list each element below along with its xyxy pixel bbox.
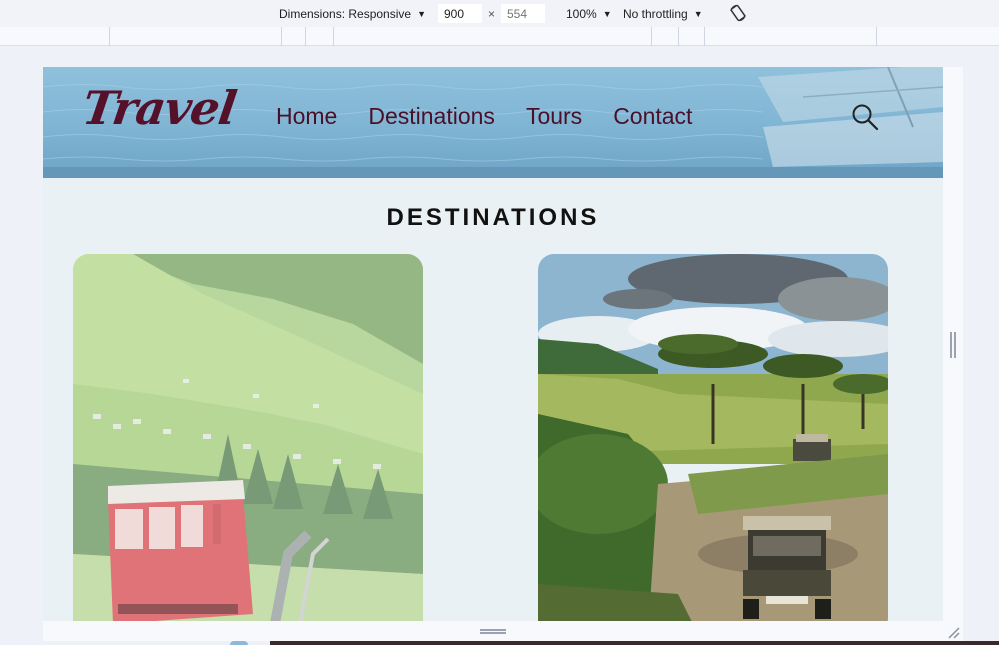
media-query-ruler [0, 27, 999, 46]
resize-handle-bottom[interactable] [480, 629, 506, 634]
destination-card-alps[interactable] [73, 254, 423, 621]
page-footer-accent [230, 641, 248, 645]
safari-jeep [743, 516, 831, 619]
safari-image [538, 254, 888, 621]
width-input[interactable] [438, 4, 482, 23]
throttling-dropdown[interactable]: No throttling ▼ [623, 7, 703, 21]
nav-home-link[interactable]: Home [276, 103, 337, 130]
chevron-down-icon: ▼ [417, 9, 426, 19]
destination-card-safari[interactable] [538, 254, 888, 621]
nav-tours-link[interactable]: Tours [526, 103, 582, 130]
throttling-label: No throttling [623, 7, 688, 21]
nav-destinations-link[interactable]: Destinations [368, 103, 495, 130]
zoom-label: 100% [566, 7, 597, 21]
resize-corner-icon[interactable] [946, 625, 960, 639]
height-input[interactable] [501, 4, 545, 23]
nav-contact-link[interactable]: Contact [613, 103, 692, 130]
page-footer-strip [270, 641, 999, 645]
chevron-down-icon: ▼ [693, 9, 703, 19]
rotate-icon[interactable] [728, 3, 748, 23]
main-nav: Home Destinations Tours Contact [276, 103, 692, 130]
dimensions-dropdown[interactable]: Dimensions: Responsive ▼ [279, 7, 426, 21]
alpine-train-image [73, 254, 423, 621]
search-icon[interactable] [851, 103, 879, 131]
resize-handle-right[interactable] [950, 332, 956, 358]
chevron-down-icon: ▼ [602, 9, 612, 19]
dimensions-label: Dimensions: Responsive [279, 7, 412, 21]
site-header: Travel Home Destinations Tours Contact [43, 67, 943, 178]
devtools-toolbar: Dimensions: Responsive ▼ × 100% ▼ No thr… [0, 0, 999, 27]
section-title: DESTINATIONS [386, 204, 600, 231]
site-logo[interactable]: Travel [79, 81, 239, 135]
device-viewport: Travel Home Destinations Tours Contact D… [43, 67, 943, 621]
times-sign: × [488, 7, 496, 21]
zoom-dropdown[interactable]: 100% ▼ [566, 7, 612, 21]
